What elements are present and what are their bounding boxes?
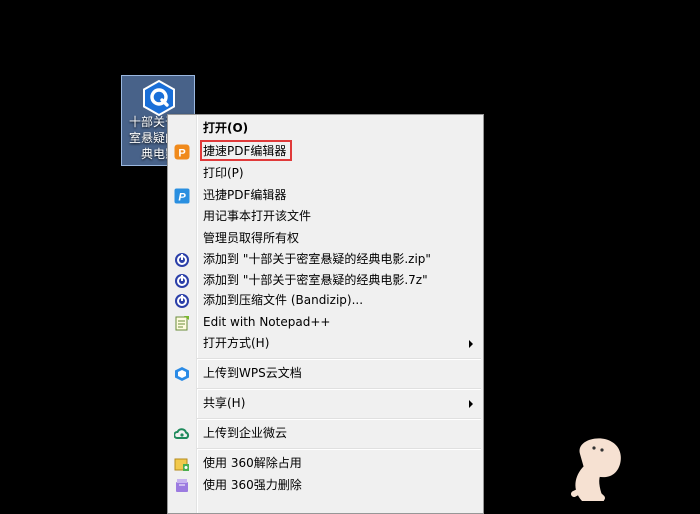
cartoon-figure-icon xyxy=(571,438,621,501)
menu-item-label: 共享(H) xyxy=(203,396,246,410)
notepadpp-icon xyxy=(174,315,190,331)
menu-item-label: 用记事本打开该文件 xyxy=(203,209,312,223)
menu-item-label: 打开方式(H) xyxy=(203,336,270,350)
menu-item-label: 管理员取得所有权 xyxy=(203,231,300,245)
menu-item-label: 使用 360解除占用 xyxy=(203,456,302,470)
menu-item-wps-cloud[interactable]: 上传到WPS云文档 xyxy=(168,363,483,384)
menu-item-take-ownership[interactable]: 管理员取得所有权 xyxy=(168,228,483,249)
context-menu: 打开(O) P 捷速PDF编辑器 打印(P) P 迅捷PDF编辑器 用记事本打开… xyxy=(167,114,484,514)
menu-item-label: 上传到WPS云文档 xyxy=(203,366,302,380)
submenu-arrow-icon xyxy=(469,400,473,408)
submenu-arrow-icon xyxy=(469,340,473,348)
menu-item-open-notepad[interactable]: 用记事本打开该文件 xyxy=(168,206,483,227)
wps-cloud-icon xyxy=(174,366,190,382)
jiesu-pdf-icon: P xyxy=(174,144,190,160)
menu-item-label: 迅捷PDF编辑器 xyxy=(203,188,287,202)
menu-item-360-unlock[interactable]: 使用 360解除占用 xyxy=(168,453,483,474)
menu-item-label: 添加到 "十部关于密室悬疑的经典电影.zip" xyxy=(203,252,431,266)
menu-item-label: 使用 360强力删除 xyxy=(203,478,302,492)
menu-separator xyxy=(197,358,481,360)
menu-item-label: 添加到压缩文件 (Bandizip)... xyxy=(203,293,364,307)
menu-item-print[interactable]: 打印(P) xyxy=(168,163,483,184)
menu-item-weiyun[interactable]: 上传到企业微云 xyxy=(168,423,483,444)
menu-item-add-7z[interactable]: 添加到 "十部关于密室悬疑的经典电影.7z" xyxy=(168,270,483,291)
menu-item-label: 打开(O) xyxy=(203,121,249,135)
bandizip-icon xyxy=(174,273,190,289)
menu-item-open-with[interactable]: 打开方式(H) xyxy=(168,333,483,354)
menu-item-share[interactable]: 共享(H) xyxy=(168,393,483,414)
menu-separator xyxy=(197,388,481,390)
app-q-icon xyxy=(143,80,175,116)
menu-separator xyxy=(197,448,481,450)
bandizip-icon xyxy=(174,293,190,309)
menu-item-add-archive[interactable]: 添加到压缩文件 (Bandizip)... xyxy=(168,290,483,311)
menu-item-label: 添加到 "十部关于密室悬疑的经典电影.7z" xyxy=(203,273,428,287)
menu-item-notepadpp[interactable]: Edit with Notepad++ xyxy=(168,312,483,333)
menu-item-label: Edit with Notepad++ xyxy=(203,315,331,329)
svg-text:P: P xyxy=(178,192,186,204)
menu-item-label: 打印(P) xyxy=(203,166,244,180)
menu-item-xunjie-pdf[interactable]: P 迅捷PDF编辑器 xyxy=(168,185,483,206)
menu-item-open[interactable]: 打开(O) xyxy=(168,118,483,139)
highlight-box xyxy=(200,140,292,161)
xunjie-pdf-icon: P xyxy=(174,188,190,204)
360-unlock-icon xyxy=(174,456,190,472)
menu-separator xyxy=(197,418,481,420)
menu-item-360-delete[interactable]: 使用 360强力删除 xyxy=(168,475,483,496)
menu-item-label: 上传到企业微云 xyxy=(203,426,288,440)
weiyun-icon xyxy=(173,426,190,442)
menu-item-add-zip[interactable]: 添加到 "十部关于密室悬疑的经典电影.zip" xyxy=(168,249,483,270)
360-delete-icon xyxy=(174,478,190,494)
bandizip-icon xyxy=(174,252,190,268)
svg-text:P: P xyxy=(178,148,185,160)
menu-item-jiesu-pdf[interactable]: P 捷速PDF编辑器 xyxy=(168,140,483,162)
